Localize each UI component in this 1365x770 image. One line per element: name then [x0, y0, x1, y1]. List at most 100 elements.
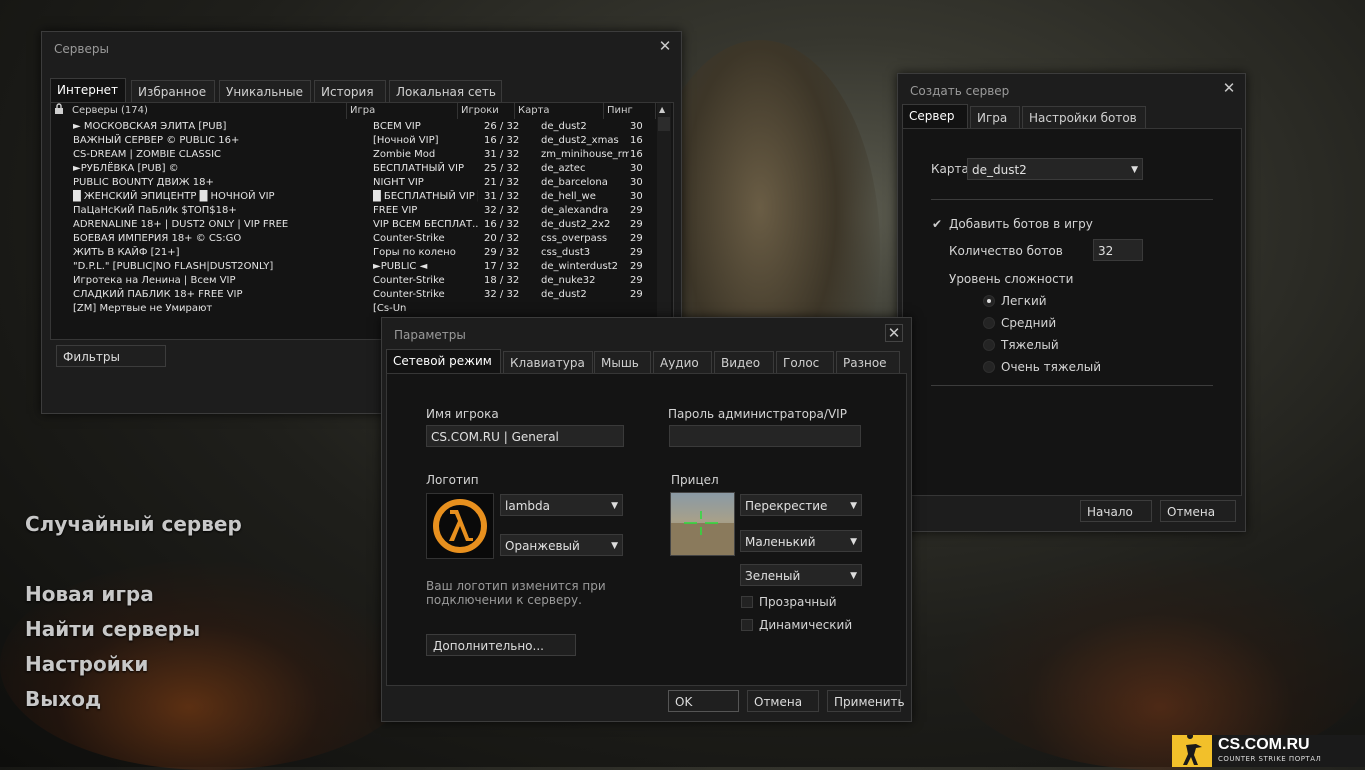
add-bots-label: Добавить ботов в игру — [949, 217, 1093, 231]
radio-medium[interactable] — [983, 317, 995, 329]
tab-server[interactable]: Сервер — [902, 104, 968, 128]
cell-name: █ ЖЕНСКИЙ ЭПИЦЕНТР █ НОЧНОЙ VIP — [73, 191, 275, 202]
col-servers[interactable]: Серверы (174) — [69, 103, 347, 119]
cell-game: Counter-Strike — [373, 289, 445, 300]
cell-map: de_hell_we — [541, 191, 596, 202]
table-row[interactable]: "D.P.L." [PUBLIC|NO FLASH|DUST2ONLY] ►PUB… — [51, 260, 671, 274]
table-row[interactable]: БОЕВАЯ ИМПЕРИЯ 18+ © CS:GO Counter-Strike… — [51, 232, 671, 246]
apply-button[interactable]: Применить — [827, 690, 905, 712]
col-ping[interactable]: Пинг — [604, 103, 656, 119]
logo-color-select[interactable]: Оранжевый ▼ — [500, 534, 623, 556]
crosshair-type-select[interactable]: Перекрестие ▼ — [740, 494, 862, 516]
tab-keyboard[interactable]: Клавиатура — [503, 351, 593, 373]
cell-players: 29 / 32 — [484, 247, 520, 258]
logo-select-value: lambda — [505, 499, 550, 513]
col-game[interactable]: Игра — [347, 103, 458, 119]
admin-password-field[interactable] — [669, 425, 861, 447]
table-row[interactable]: █ ЖЕНСКИЙ ЭПИЦЕНТР █ НОЧНОЙ VIP █ БЕСПЛАТ… — [51, 190, 671, 204]
start-button[interactable]: Начало — [1080, 500, 1152, 522]
checkmark-icon[interactable]: ✔ — [932, 217, 942, 231]
cancel-button[interactable]: Отмена — [747, 690, 819, 712]
tab-misc[interactable]: Разное — [836, 351, 900, 373]
crosshair-preview — [670, 492, 735, 556]
tab-history[interactable]: История — [314, 80, 386, 102]
logo-select[interactable]: lambda ▼ — [500, 494, 623, 516]
cell-game: Counter-Strike — [373, 275, 445, 286]
radio-expert[interactable] — [983, 361, 995, 373]
dynamic-checkbox[interactable] — [741, 619, 753, 631]
table-row[interactable]: СЛАДКИЙ ПАБЛИК 18+ FREE VIP Counter-Strik… — [51, 288, 671, 302]
table-row[interactable]: ► МОСКОВСКАЯ ЭЛИТА [PUB] ВСЕМ VIP 26 / 32 d… — [51, 120, 671, 134]
menu-find-servers[interactable]: Найти серверы — [25, 617, 200, 641]
table-row[interactable]: CS-DREAM | ZOMBIE CLASSIC Zombie Mod 31 / … — [51, 148, 671, 162]
player-name-field[interactable]: CS.COM.RU | General — [426, 425, 624, 447]
map-select[interactable]: de_dust2 ▼ — [967, 158, 1143, 180]
cell-players: 26 / 32 — [484, 121, 520, 132]
cell-map: de_aztec — [541, 163, 586, 174]
cell-name: CS-DREAM | ZOMBIE CLASSIC — [73, 149, 222, 160]
create-server-title: Создать сервер — [910, 84, 1010, 98]
cell-map: de_alexandra — [541, 205, 609, 216]
cell-ping: 30 — [630, 191, 643, 202]
cell-map: css_dust3 — [541, 247, 591, 258]
table-row[interactable]: ►РУБЛЁВКА [PUB] © БЕСПЛАТНЫЙ VIP 25 / 32 de… — [51, 162, 671, 176]
lambda-logo-icon — [426, 493, 494, 559]
table-row[interactable]: PUBLIC BOUNTY ДВИЖ 18+ NIGHT VIP 21 / 32 de… — [51, 176, 671, 190]
radio-easy[interactable] — [983, 295, 995, 307]
bot-count-field[interactable]: 32 — [1093, 239, 1143, 261]
cell-game: VIP ВСЕМ БЕСПЛАТ... — [373, 219, 478, 230]
tab-bot-settings[interactable]: Настройки ботов — [1022, 106, 1146, 128]
cell-name: PUBLIC BOUNTY ДВИЖ 18+ — [73, 177, 214, 188]
crosshair-icon — [684, 511, 718, 535]
tab-mouse[interactable]: Мышь — [594, 351, 651, 373]
cell-game: Горы по колено — [373, 247, 456, 258]
menu-settings[interactable]: Настройки — [25, 652, 148, 676]
divider — [931, 199, 1213, 200]
cell-map: de_dust2 — [541, 121, 587, 132]
cell-game: [Cs-Un — [373, 303, 407, 314]
close-icon[interactable]: ✕ — [885, 324, 903, 342]
table-row[interactable]: [ZM] Мертвые не Умирают [Cs-Un — [51, 302, 671, 316]
cell-map: de_dust2_xmas — [541, 135, 619, 146]
table-row[interactable]: ПаЦаНсКиЙ ПаБлИк $ТОП$18+ FREE VIP 32 / 32… — [51, 204, 671, 218]
cancel-button[interactable]: Отмена — [1160, 500, 1236, 522]
cell-name: [ZM] Мертвые не Умирают — [73, 303, 213, 314]
table-row[interactable]: Игротека на Ленина | Всем VIP Counter-Str… — [51, 274, 671, 288]
tab-lan[interactable]: Локальная сеть — [389, 80, 502, 102]
cell-players: 32 / 32 — [484, 289, 520, 300]
tab-internet[interactable]: Интернет — [50, 78, 126, 102]
advanced-button[interactable]: Дополнительно... — [426, 634, 576, 656]
table-row[interactable]: ЖИТЬ В КАЙФ [21+] Горы по колено 29 / 32 cs… — [51, 246, 671, 260]
cell-players: 18 / 32 — [484, 275, 520, 286]
menu-new-game[interactable]: Новая игра — [25, 582, 154, 606]
col-players[interactable]: Игроки — [458, 103, 515, 119]
ok-button[interactable]: OK — [668, 690, 739, 712]
cell-ping: 16 — [630, 149, 643, 160]
tab-game[interactable]: Игра — [970, 106, 1020, 128]
crosshair-color-select[interactable]: Зеленый ▼ — [740, 564, 862, 586]
transparent-checkbox[interactable] — [741, 596, 753, 608]
menu-exit[interactable]: Выход — [25, 687, 101, 711]
tab-unique[interactable]: Уникальные — [219, 80, 311, 102]
scroll-up-icon[interactable]: ▲ — [659, 105, 665, 114]
cell-map: css_overpass — [541, 233, 608, 244]
server-list: Серверы (174) Игра Игроки Карта Пинг ▲ ►… — [50, 102, 674, 340]
menu-random-server[interactable]: Случайный сервер — [25, 512, 242, 536]
bot-count-label: Количество ботов — [949, 244, 1063, 258]
tab-audio[interactable]: Аудио — [653, 351, 712, 373]
tab-network[interactable]: Сетевой режим — [386, 349, 501, 373]
cell-map: de_dust2_2x2 — [541, 219, 611, 230]
col-map[interactable]: Карта — [515, 103, 604, 119]
tab-favorites[interactable]: Избранное — [131, 80, 215, 102]
filters-button[interactable]: Фильтры — [56, 345, 166, 367]
close-icon[interactable]: ✕ — [1221, 80, 1237, 96]
close-icon[interactable]: ✕ — [657, 38, 673, 54]
tab-video[interactable]: Видео — [714, 351, 774, 373]
crosshair-color-value: Зеленый — [745, 569, 801, 583]
radio-hard[interactable] — [983, 339, 995, 351]
table-row[interactable]: ADRENALINE 18+ | DUST2 ONLY | VIP FREE VI… — [51, 218, 671, 232]
tab-voice[interactable]: Голос — [776, 351, 834, 373]
cell-ping: 29 — [630, 289, 643, 300]
crosshair-size-select[interactable]: Маленький ▼ — [740, 530, 862, 552]
table-row[interactable]: ВАЖНЫЙ СЕРВЕР © PUBLIC 16+ [Ночной VIP] 16… — [51, 134, 671, 148]
